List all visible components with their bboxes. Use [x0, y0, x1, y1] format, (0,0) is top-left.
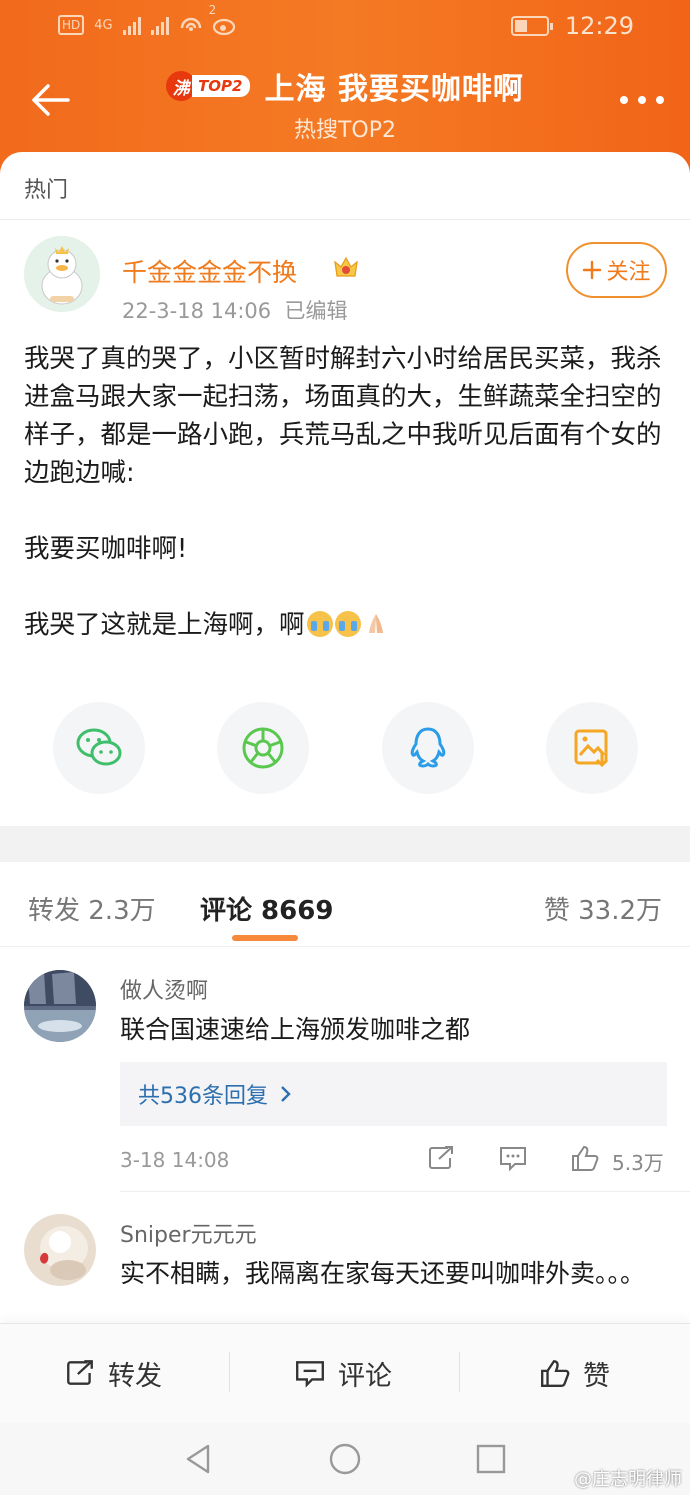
- vip-crown-icon: [334, 256, 358, 277]
- tab-likes[interactable]: 赞 33.2万: [544, 890, 662, 927]
- share-qq-button[interactable]: [382, 702, 474, 794]
- bar-divider: [229, 1352, 230, 1392]
- comment-icon: [296, 1361, 324, 1388]
- wechat-icon: [76, 728, 122, 766]
- repost-button[interactable]: 转发: [64, 1350, 162, 1396]
- comment-text: 联合国速速给上海颁发咖啡之都: [120, 1015, 471, 1044]
- like-icon[interactable]: [570, 1144, 600, 1172]
- title-row: 沸 TOP2 上海 我要买咖啡啊: [0, 64, 690, 108]
- weibo-notification-icon: 2: [209, 3, 237, 36]
- bar-divider: [459, 1352, 460, 1392]
- share-moments-button[interactable]: [217, 702, 309, 794]
- view-replies-button[interactable]: 共536条回复: [120, 1062, 667, 1126]
- watermark: @庄志明律师: [574, 1469, 682, 1490]
- replies-count: 共536条回复: [138, 1084, 268, 1109]
- comment-time: 3-18 14:08: [120, 1148, 230, 1172]
- crying-emoji-icon: [334, 611, 361, 637]
- pray-emoji-icon: [368, 614, 383, 633]
- repost-label: 转发: [108, 1360, 162, 1392]
- notification-count: 2: [208, 3, 217, 17]
- like-icon: [541, 1360, 570, 1387]
- tabs-divider: [0, 946, 690, 947]
- repost-icon[interactable]: [426, 1144, 456, 1172]
- active-tab-indicator: [232, 935, 298, 941]
- post-paragraph-last: 我哭了这就是上海啊，啊: [24, 606, 669, 644]
- post-paragraph: 我哭了真的哭了，小区暂时解封六小时给居民买菜，我杀进盒马跟大家一起扫荡，场面真的…: [24, 344, 662, 488]
- tab-comments[interactable]: 评论 8669: [200, 890, 333, 927]
- save-image-button[interactable]: [546, 702, 638, 794]
- repost-icon: [67, 1360, 93, 1385]
- app-header: HD 4G 2 12:29 沸 TOP2 上海 我要买咖啡啊 热搜TOP2: [0, 0, 690, 175]
- crying-emoji-icon: [306, 611, 333, 637]
- like-button[interactable]: 赞: [539, 1350, 610, 1396]
- hotspot-icon: [180, 17, 201, 31]
- comment-button[interactable]: 评论: [294, 1350, 392, 1396]
- comment-like-count: 5.3万: [612, 1151, 664, 1175]
- hd-indicator: HD: [58, 15, 85, 35]
- clock: 12:29: [564, 12, 634, 40]
- nav-back-icon[interactable]: [184, 1443, 214, 1475]
- signal-icon: [122, 15, 141, 35]
- comment-separator: [120, 1191, 690, 1192]
- post-paragraph-text: 我哭了这就是上海啊，啊: [24, 610, 305, 640]
- sort-tab-bar: 热门: [0, 152, 690, 220]
- post-body: 我哭了真的哭了，小区暂时解封六小时给居民买菜，我杀进盒马跟大家一起扫荡，场面真的…: [24, 340, 669, 644]
- comment-label: 评论: [338, 1360, 392, 1392]
- page-title: 上海 我要买咖啡啊: [264, 72, 524, 107]
- author-name[interactable]: 千金金金金不换: [122, 253, 297, 289]
- more-menu-icon[interactable]: [620, 96, 664, 106]
- nav-recents-icon[interactable]: [476, 1444, 506, 1474]
- chevron-right-icon: [281, 1086, 291, 1102]
- hot-badge: 沸 TOP2: [166, 71, 251, 101]
- like-label: 赞: [583, 1360, 610, 1392]
- save-image-icon: [574, 729, 609, 768]
- commenter-avatar[interactable]: [24, 970, 96, 1042]
- reply-icon[interactable]: [498, 1144, 528, 1172]
- qq-icon: [410, 727, 446, 768]
- post-paragraph: 我要买咖啡啊!: [24, 534, 188, 564]
- page-subtitle: 热搜TOP2: [293, 118, 397, 143]
- commenter-avatar[interactable]: [24, 1214, 96, 1286]
- comment-text: 实不相瞒，我隔离在家每天还要叫咖啡外卖。。。: [120, 1259, 646, 1288]
- follow-button[interactable]: 关注: [566, 242, 667, 298]
- plus-icon: [583, 260, 602, 280]
- sort-tab-hot[interactable]: 热门: [24, 172, 68, 204]
- rank-label: TOP2: [192, 75, 251, 97]
- author-avatar[interactable]: [24, 236, 100, 312]
- share-wechat-button[interactable]: [53, 702, 145, 794]
- signal-2-icon: [150, 15, 169, 35]
- section-divider: [0, 826, 690, 862]
- nav-home-icon[interactable]: [328, 1442, 362, 1476]
- post-meta: 22-3-18 14:06 已编辑: [122, 299, 348, 323]
- network-type: 4G: [94, 17, 113, 33]
- moments-icon: [242, 727, 284, 769]
- battery-icon: [510, 16, 553, 36]
- follow-label: 关注: [606, 260, 651, 285]
- status-bar: HD 4G 2 12:29: [0, 3, 690, 46]
- bottom-action-bar: 转发 评论 赞: [0, 1323, 690, 1423]
- commenter-name[interactable]: 做人烫啊: [120, 973, 208, 1005]
- tab-repost[interactable]: 转发 2.3万: [28, 890, 156, 927]
- commenter-name[interactable]: Sniper元元元: [120, 1217, 257, 1249]
